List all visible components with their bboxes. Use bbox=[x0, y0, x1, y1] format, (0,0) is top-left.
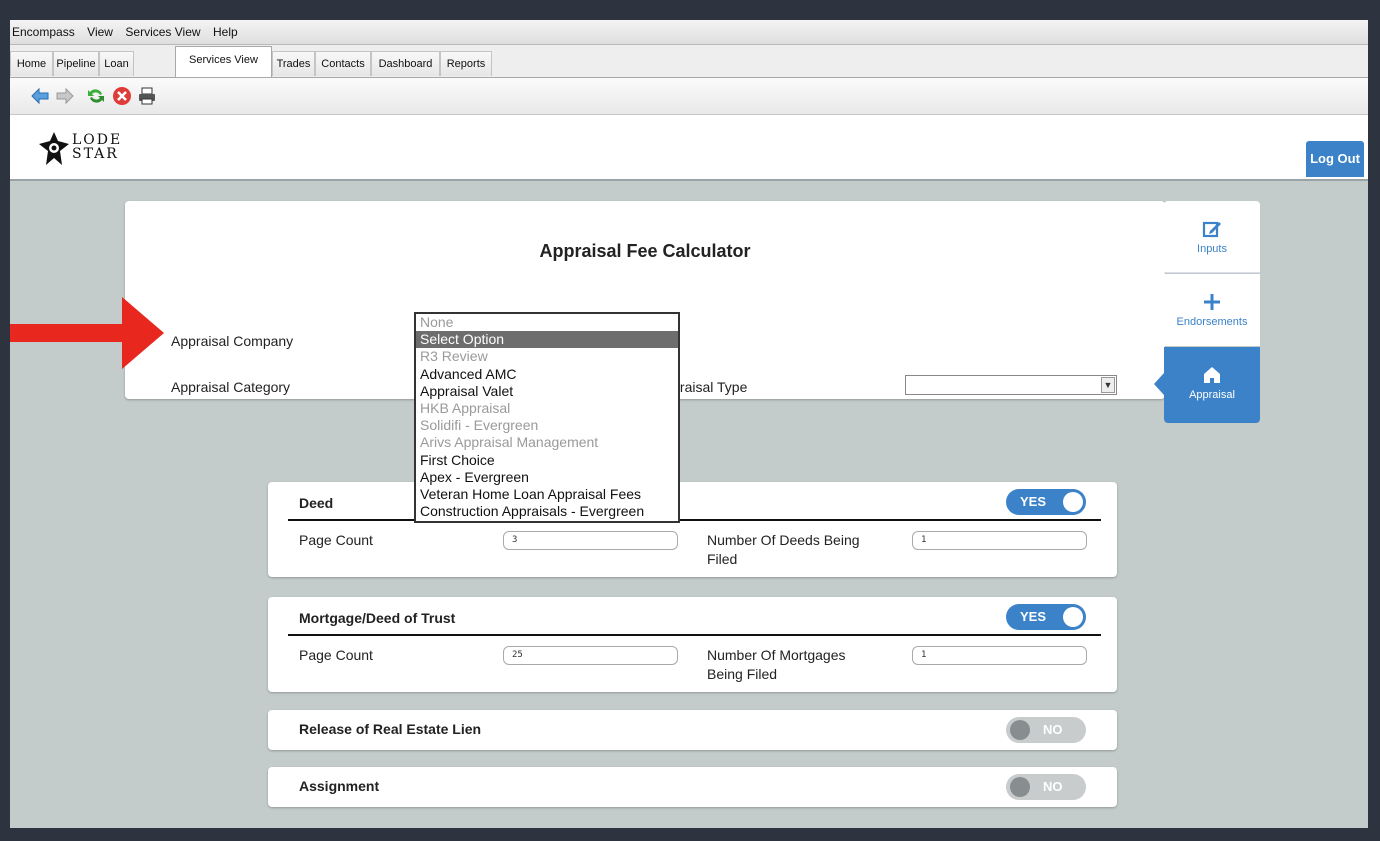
deed-title: Deed bbox=[299, 495, 334, 511]
dropdown-option[interactable]: First Choice bbox=[416, 452, 678, 469]
stop-icon[interactable] bbox=[112, 86, 132, 106]
dropdown-option[interactable]: Appraisal Valet bbox=[416, 383, 678, 400]
nav-appraisal[interactable]: Appraisal bbox=[1154, 347, 1260, 423]
side-nav: Inputs Endorsements Appraisal bbox=[1154, 201, 1260, 423]
application-window: Encompass View Services View Help Home P… bbox=[10, 20, 1368, 828]
home-icon bbox=[1204, 367, 1220, 383]
assignment-title: Assignment bbox=[299, 778, 380, 794]
mortgage-toggle-label: YES bbox=[1020, 609, 1047, 624]
log-out-button[interactable]: Log Out bbox=[1306, 141, 1364, 177]
app-header: LODE STAR Log Out bbox=[10, 115, 1368, 181]
tab-services-view[interactable]: Services View bbox=[175, 46, 272, 77]
nav-appraisal-label: Appraisal bbox=[1189, 389, 1235, 401]
mortgages-filed-input[interactable]: 1 bbox=[912, 646, 1087, 665]
mortgages-filed-label-line-1: Number Of Mortgages bbox=[707, 647, 846, 663]
deeds-filed-label-line-1: Number Of Deeds Being bbox=[707, 532, 860, 548]
back-arrow-icon[interactable] bbox=[30, 86, 50, 106]
mortgage-title: Mortgage/Deed of Trust bbox=[299, 610, 456, 626]
mortgages-filed-label-line-2: Being Filed bbox=[707, 666, 778, 682]
toggle-knob bbox=[1063, 492, 1083, 512]
mortgage-page-count-input[interactable]: 25 bbox=[503, 646, 678, 665]
dropdown-option[interactable]: Veteran Home Loan Appraisal Fees bbox=[416, 486, 678, 503]
edit-icon bbox=[1202, 221, 1221, 238]
deed-page-count-input[interactable]: 3 bbox=[503, 531, 678, 550]
tab-trades[interactable]: Trades bbox=[272, 51, 315, 76]
divider bbox=[288, 519, 1101, 521]
forward-arrow-icon[interactable] bbox=[55, 86, 75, 106]
menu-view[interactable]: View bbox=[85, 20, 119, 44]
appraisal-category-label: Appraisal Category bbox=[171, 379, 291, 395]
nav-pointer bbox=[1154, 373, 1164, 395]
tab-home[interactable]: Home bbox=[10, 51, 53, 76]
menu-encompass[interactable]: Encompass bbox=[10, 20, 81, 44]
tab-dashboard[interactable]: Dashboard bbox=[371, 51, 440, 76]
dropdown-option: R3 Review bbox=[420, 348, 488, 365]
release-section: Release of Real Estate Lien NO bbox=[268, 710, 1117, 750]
dropdown-option[interactable]: Construction Appraisals - Evergreen bbox=[416, 503, 678, 520]
release-title: Release of Real Estate Lien bbox=[299, 721, 482, 737]
deeds-filed-label-line-2: Filed bbox=[707, 551, 738, 567]
release-toggle[interactable]: NO bbox=[1006, 717, 1086, 743]
dropdown-option: HKB Appraisal bbox=[420, 399, 511, 416]
toggle-knob bbox=[1010, 777, 1030, 797]
deeds-filed-label: Number Of Deeds Being Filed bbox=[707, 531, 860, 569]
menu-services-view[interactable]: Services View bbox=[123, 20, 206, 44]
refresh-icon[interactable] bbox=[86, 86, 106, 106]
dropdown-option[interactable]: Select Option bbox=[416, 331, 678, 349]
menu-help[interactable]: Help bbox=[211, 20, 244, 44]
assignment-toggle[interactable]: NO bbox=[1006, 774, 1086, 800]
assignment-section: Assignment NO bbox=[268, 767, 1117, 807]
dropdown-option[interactable]: Advanced AMC bbox=[416, 366, 678, 383]
appraisal-type-select[interactable]: ▼ bbox=[905, 375, 1117, 395]
deeds-filed-input[interactable]: 1 bbox=[912, 531, 1087, 550]
release-toggle-label: NO bbox=[1043, 722, 1063, 737]
tab-bar: Home Pipeline Loan Services View Trades … bbox=[10, 45, 1368, 78]
toolbar bbox=[10, 78, 1368, 115]
print-icon[interactable] bbox=[137, 86, 157, 106]
lodestar-logo-icon bbox=[39, 132, 69, 165]
divider bbox=[288, 634, 1101, 636]
mortgage-section: Mortgage/Deed of Trust YES Page Count 25… bbox=[268, 597, 1117, 692]
deed-section: Deed YES Page Count 3 Number Of Deeds Be… bbox=[268, 482, 1117, 577]
dropdown-option: Arivs Appraisal Management bbox=[420, 434, 599, 451]
assignment-toggle-label: NO bbox=[1043, 779, 1063, 794]
toggle-knob bbox=[1010, 720, 1030, 740]
mortgages-filed-label: Number Of Mortgages Being Filed bbox=[707, 646, 846, 684]
menu-bar: Encompass View Services View Help bbox=[10, 20, 1368, 45]
content-area: Appraisal Fee Calculator Appraisal Compa… bbox=[10, 181, 1368, 828]
toggle-knob bbox=[1063, 607, 1083, 627]
appraisal-company-label: Appraisal Company bbox=[171, 333, 294, 349]
dropdown-option: Solidifi - Evergreen bbox=[420, 417, 539, 434]
tab-reports[interactable]: Reports bbox=[440, 51, 492, 76]
tab-contacts[interactable]: Contacts bbox=[315, 51, 371, 76]
nav-endorsements[interactable]: Endorsements bbox=[1164, 274, 1260, 346]
deed-toggle-label: YES bbox=[1020, 494, 1047, 509]
logo-text: LODE STAR bbox=[72, 133, 122, 161]
logo-line-2: STAR bbox=[72, 146, 119, 162]
nav-inputs-label: Inputs bbox=[1197, 243, 1227, 255]
page-title: Appraisal Fee Calculator bbox=[539, 241, 751, 261]
dropdown-option[interactable]: Apex - Evergreen bbox=[416, 469, 678, 486]
plus-icon bbox=[1204, 294, 1220, 310]
appraisal-company-dropdown[interactable]: None Select Option R3 Review Advanced AM… bbox=[414, 312, 680, 523]
logo-line-1: LODE bbox=[72, 132, 123, 148]
mortgage-page-count-label: Page Count bbox=[299, 647, 373, 663]
tab-loan[interactable]: Loan bbox=[99, 51, 134, 76]
dropdown-option: None bbox=[420, 314, 454, 330]
nav-inputs[interactable]: Inputs bbox=[1164, 201, 1260, 273]
deed-page-count-label: Page Count bbox=[299, 532, 373, 548]
tab-pipeline[interactable]: Pipeline bbox=[53, 51, 99, 76]
annotation-arrow-icon bbox=[10, 297, 164, 369]
deed-toggle[interactable]: YES bbox=[1006, 489, 1086, 515]
nav-endorsements-label: Endorsements bbox=[1176, 316, 1248, 328]
mortgage-toggle[interactable]: YES bbox=[1006, 604, 1086, 630]
chevron-down-icon[interactable]: ▼ bbox=[1101, 377, 1115, 393]
